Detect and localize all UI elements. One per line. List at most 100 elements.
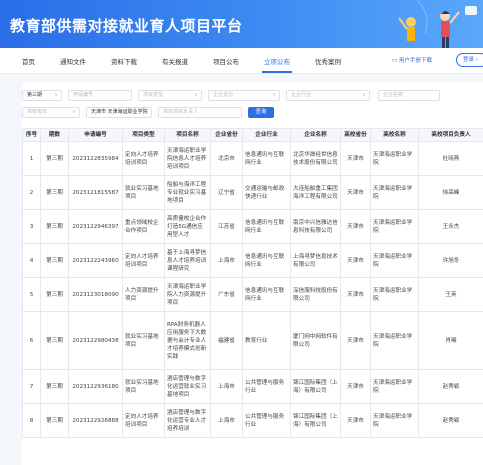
main-nav: 首页 通知文件 资料下载 有关报道 项目公布 立项公布 优秀案例 ▭ 用户手册下… <box>0 48 483 74</box>
cell-leader: 赵秀颖 <box>418 369 483 404</box>
cell-index: 8 <box>22 403 41 438</box>
table-row[interactable]: 6 第三期 2023122980438 就业实习基地项目 RPA财务机器人应用服… <box>22 311 483 370</box>
cell-index: 4 <box>22 243 41 278</box>
cell-ent-province: 北京市 <box>210 141 243 176</box>
cell-ent-name: 锦江国际集团（上海）有限公司 <box>290 369 341 404</box>
nav-item-reports[interactable]: 有关报道 <box>162 56 188 66</box>
cell-app-no: 2023122980438 <box>68 311 123 370</box>
cell-app-no: 2023122926888 <box>68 403 123 438</box>
cell-leader: 肖曦 <box>418 311 483 370</box>
cell-ent-name: 南京中兴信雅达信息科技有限公司 <box>290 209 341 244</box>
cell-school-province: 天津市 <box>340 243 371 278</box>
cell-school-name: 天津海运职业学院 <box>370 311 419 370</box>
cell-school-name: 天津海运职业学院 <box>370 403 419 438</box>
cell-batch: 第三期 <box>40 403 69 438</box>
cell-type: 重点领域校企合作项目 <box>122 209 165 244</box>
project-type-select[interactable]: 项目类型 ∨ <box>138 90 202 101</box>
col-header-app-no: 申请编号 <box>68 128 123 142</box>
cell-app-no: 2023122243960 <box>68 243 123 278</box>
cell-project-name: 酒店管理与数字化运营专业人才培养培训 <box>164 403 211 438</box>
chevron-down-icon: ∨ <box>54 92 58 98</box>
table-row[interactable]: 1 第三期 2023122835984 定向人才培养培训项目 天津海运职业学院信… <box>22 141 483 176</box>
cell-industry: 信息通讯与互联网行业 <box>242 277 291 312</box>
col-header-type: 项目类型 <box>122 128 165 142</box>
school-province-select[interactable]: 高校省份 ∨ <box>22 107 80 118</box>
cell-school-province: 天津市 <box>340 175 371 210</box>
col-header-school-name: 高校名称 <box>370 128 419 142</box>
cell-school-name: 天津海运职业学院 <box>370 175 419 210</box>
cell-type: 定向人才培养培训项目 <box>122 243 165 278</box>
cell-industry: 交通运输与邮政快递行业 <box>242 175 291 210</box>
chevron-down-icon: ∨ <box>72 109 76 115</box>
table-row[interactable]: 5 第三期 2023123018090 人力资源提升项目 天津海运职业学院人力资… <box>22 277 483 312</box>
application-no-input[interactable]: 申请编号 <box>68 90 132 101</box>
col-header-index: 序号 <box>22 128 41 142</box>
login-button[interactable]: 登录 › <box>456 53 483 67</box>
cell-type: 定向人才培养培训项目 <box>122 403 165 438</box>
cell-school-province: 天津市 <box>340 403 371 438</box>
school-name-input[interactable]: 天津市 天津海运职业学院 <box>86 107 152 118</box>
nav-item-notices[interactable]: 通知文件 <box>60 56 86 66</box>
cell-school-province: 天津市 <box>340 369 371 404</box>
cell-ent-name: 上海寻梦信息技术有限公司 <box>290 243 341 278</box>
nav-item-downloads[interactable]: 资料下载 <box>111 56 137 66</box>
nav-item-approvals[interactable]: 立项公布 <box>264 56 290 66</box>
cell-school-name: 天津海运职业学院 <box>370 369 419 404</box>
cell-industry: 公共管理与服务行业 <box>242 369 291 404</box>
col-header-industry: 企业行业 <box>242 128 291 142</box>
batch-select[interactable]: 第三期 ∨ <box>22 90 62 101</box>
table-row[interactable]: 3 第三期 2023122946397 重点领域校企合作项目 高质量校企合作打造… <box>22 209 483 244</box>
cell-type: 就业实习基地项目 <box>122 175 165 210</box>
col-header-ent-province: 企业省份 <box>210 128 243 142</box>
book-icon: ▭ <box>392 58 399 64</box>
enterprise-name-input[interactable]: 企业名称 <box>378 90 440 101</box>
cell-batch: 第三期 <box>40 141 69 176</box>
nav-item-cases[interactable]: 优秀案例 <box>315 56 341 66</box>
cell-index: 3 <box>22 209 41 244</box>
approval-table: 序号 期数 申请编号 项目类型 项目名称 企业省份 企业行业 企业名称 高校省份… <box>22 128 483 438</box>
cell-school-province: 天津市 <box>340 311 371 370</box>
school-leader-input[interactable]: 高校项目负责人 <box>158 107 242 118</box>
cell-ent-province: 福建省 <box>210 311 243 370</box>
cell-index: 6 <box>22 311 41 370</box>
cell-ent-province: 上海市 <box>210 403 243 438</box>
cell-batch: 第三期 <box>40 175 69 210</box>
cell-ent-name: 锦江国际集团（上海）有限公司 <box>290 403 341 438</box>
cell-ent-province: 辽宁省 <box>210 175 243 210</box>
cell-project-name: 酒店管理与数字化运营就业实习基地项目 <box>164 369 211 404</box>
cell-project-name: 高质量校企合作打造5G通信应用型人才 <box>164 209 211 244</box>
manual-download-link[interactable]: ▭ 用户手册下载 <box>392 56 432 64</box>
cell-industry: 信息通讯与互联网行业 <box>242 243 291 278</box>
col-header-leader: 高校项目负责人 <box>418 128 483 142</box>
query-button[interactable]: 查询 <box>248 107 274 118</box>
nav-item-projects[interactable]: 项目公布 <box>213 56 239 66</box>
cell-ent-name: 北京华晟经世信息技术股份有限公司 <box>290 141 341 176</box>
enterprise-province-select[interactable]: 企业省份 ∨ <box>208 90 280 101</box>
cell-project-name: 天津海运职业学院人力资源提升项目 <box>164 277 211 312</box>
cell-app-no: 2023121815587 <box>68 175 123 210</box>
cell-industry: 信息通讯与互联网行业 <box>242 141 291 176</box>
nav-item-home[interactable]: 首页 <box>22 56 35 66</box>
cell-leader: 杜晓燕 <box>418 141 483 176</box>
cell-batch: 第三期 <box>40 243 69 278</box>
cell-ent-province: 江苏省 <box>210 209 243 244</box>
table-row[interactable]: 7 第三期 2023122936180 就业实习基地项目 酒店管理与数字化运营就… <box>22 369 483 404</box>
cell-school-name: 天津海运职业学院 <box>370 141 419 176</box>
approval-list-panel: 第三期 ∨ 申请编号 项目类型 ∨ 企业省份 ∨ 企业行业 ∨ 企业名称 高校省份 ∨ 天… <box>22 82 483 465</box>
login-label: 登录 <box>463 57 475 63</box>
cell-type: 人力资源提升项目 <box>122 277 165 312</box>
cell-ent-province: 上海市 <box>210 243 243 278</box>
cell-app-no: 2023122946397 <box>68 209 123 244</box>
cell-ent-province: 上海市 <box>210 369 243 404</box>
chevron-down-icon: ∨ <box>362 92 366 98</box>
col-header-school-province: 高校省份 <box>340 128 371 142</box>
cell-leader: 许旭冬 <box>418 243 483 278</box>
table-row[interactable]: 8 第三期 2023122926888 定向人才培养培训项目 酒店管理与数字化运… <box>22 403 483 438</box>
cell-index: 2 <box>22 175 41 210</box>
table-row[interactable]: 2 第三期 2023121815587 就业实习基地项目 船舶与海洋工程专业就业… <box>22 175 483 210</box>
cell-index: 5 <box>22 277 41 312</box>
enterprise-industry-select[interactable]: 企业行业 ∨ <box>286 90 370 101</box>
cell-school-province: 天津市 <box>340 277 371 312</box>
cell-batch: 第三期 <box>40 209 69 244</box>
table-row[interactable]: 4 第三期 2023122243960 定向人才培养培训项目 基于上海寻梦信息人… <box>22 243 483 278</box>
